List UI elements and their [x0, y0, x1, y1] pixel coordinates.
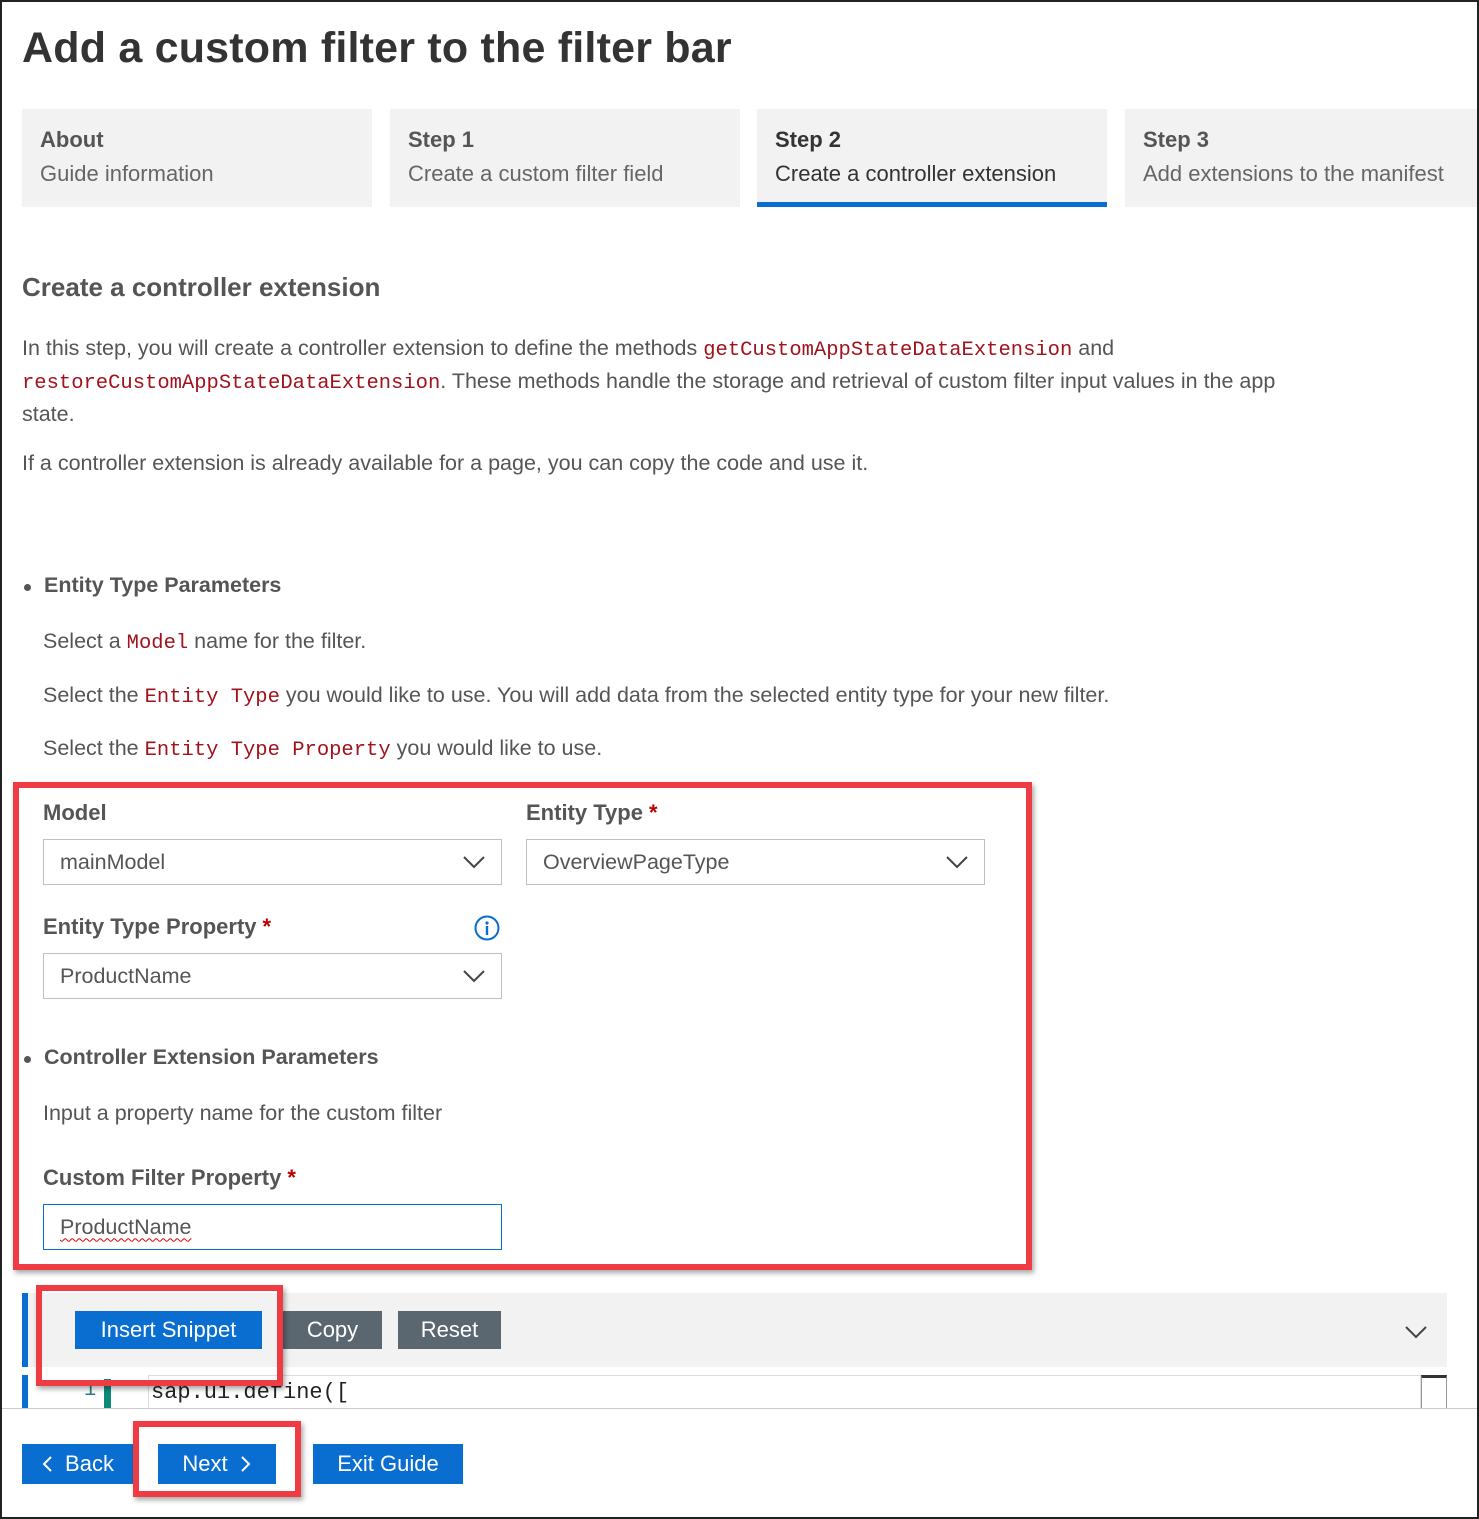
custom-filter-property-label-text: Custom Filter Property — [43, 1165, 282, 1190]
model-label: Model — [43, 800, 107, 825]
entity-type-select-value: OverviewPageType — [543, 849, 730, 874]
exit-guide-button[interactable]: Exit Guide — [313, 1444, 463, 1484]
section-title: Create a controller extension — [22, 272, 381, 302]
chevron-down-icon — [463, 970, 485, 983]
entity-type-select[interactable]: OverviewPageType — [526, 839, 985, 885]
insert-snippet-button[interactable]: Insert Snippet — [75, 1311, 262, 1349]
chevron-down-icon — [463, 856, 485, 869]
footer-divider — [2, 1408, 1477, 1409]
code-term: Entity Type Property — [144, 739, 391, 762]
entity-type-property-label: Entity Type Property * — [43, 914, 271, 940]
chevron-down-icon[interactable] — [1405, 1325, 1427, 1339]
code-editor[interactable]: 1 sap.ui.define([ — [22, 1375, 1447, 1409]
entity-section-heading: Entity Type Parameters — [44, 573, 282, 597]
instruction-text: you would like to use. You will add data… — [279, 683, 1110, 707]
required-mark: * — [262, 914, 272, 939]
required-mark: * — [287, 1165, 296, 1190]
next-button[interactable]: Next — [158, 1444, 276, 1484]
tab-step-2[interactable]: Step 2 Create a controller extension — [757, 109, 1107, 207]
copy-button[interactable]: Copy — [283, 1311, 382, 1349]
guide-window: Add a custom filter to the filter bar Ab… — [0, 0, 1479, 1519]
reset-button[interactable]: Reset — [398, 1311, 501, 1349]
tab-step-3[interactable]: Step 3 Add extensions to the manifest — [1125, 109, 1477, 207]
tab-about[interactable]: About Guide information — [22, 109, 372, 207]
tab-subtitle: Create a controller extension — [775, 161, 1057, 186]
intro-text: . These methods handle the storage and r… — [440, 369, 1276, 393]
chevron-down-icon — [946, 856, 968, 869]
entity-type-property-select[interactable]: ProductName — [43, 953, 502, 999]
tab-subtitle: Guide information — [40, 161, 214, 186]
tab-step-1[interactable]: Step 1 Create a custom filter field — [390, 109, 740, 207]
next-button-label: Next — [182, 1451, 228, 1476]
controller-section-description: Input a property name for the custom fil… — [43, 1101, 443, 1125]
instruction-text: name for the filter. — [188, 629, 367, 653]
custom-filter-property-value: ProductName — [60, 1214, 192, 1239]
instruction-text: Select the — [43, 736, 145, 760]
step-tabs: About Guide information Step 1 Create a … — [22, 109, 1477, 207]
note-paragraph: If a controller extension is already ava… — [22, 451, 869, 475]
custom-filter-property-label: Custom Filter Property * — [43, 1165, 296, 1191]
tab-title: Step 3 — [1143, 127, 1210, 152]
entity-type-property-select-value: ProductName — [60, 963, 192, 988]
custom-filter-property-input[interactable]: ProductName — [43, 1204, 502, 1250]
entity-instruction-property: Select the Entity Type Property you woul… — [43, 733, 602, 766]
chevron-right-icon — [240, 1456, 251, 1472]
page-title: Add a custom filter to the filter bar — [22, 24, 732, 72]
gutter-marker — [104, 1379, 111, 1409]
method-name-get: getCustomAppStateDataExtension — [703, 339, 1073, 362]
entity-type-property-label-text: Entity Type Property — [43, 914, 257, 939]
exit-guide-button-label: Exit Guide — [337, 1451, 439, 1476]
chevron-left-icon — [42, 1456, 52, 1472]
entity-type-label: Entity Type * — [526, 800, 658, 826]
code-term: Model — [126, 632, 189, 655]
model-select-value: mainModel — [60, 849, 166, 874]
required-mark: * — [648, 800, 658, 825]
entity-instruction-model: Select a Model name for the filter. — [43, 626, 366, 659]
back-button-label: Back — [65, 1451, 114, 1476]
instruction-text: Select the — [43, 683, 145, 707]
entity-instruction-type: Select the Entity Type you would like to… — [43, 680, 1109, 713]
bullet-dot — [24, 584, 31, 591]
model-select[interactable]: mainModel — [43, 839, 502, 885]
tab-title: Step 2 — [775, 127, 842, 152]
bullet-dot — [24, 1056, 31, 1063]
tab-title: Step 1 — [408, 127, 475, 152]
intro-paragraph: In this step, you will create a controll… — [22, 333, 1362, 430]
tab-subtitle: Create a custom filter field — [408, 161, 664, 186]
info-icon[interactable] — [474, 915, 500, 941]
code-term: Entity Type — [144, 686, 280, 709]
back-button[interactable]: Back — [22, 1444, 133, 1484]
editor-scrollbar[interactable] — [1421, 1375, 1447, 1409]
instruction-text: you would like to use. — [390, 736, 603, 760]
tab-subtitle: Add extensions to the manifest — [1143, 161, 1444, 186]
instruction-text: Select a — [43, 629, 127, 653]
snippet-toolbar: Insert Snippet Copy Reset — [22, 1293, 1447, 1367]
intro-text: In this step, you will create a controll… — [22, 336, 704, 360]
method-name-restore: restoreCustomAppStateDataExtension — [22, 372, 441, 395]
controller-section-heading: Controller Extension Parameters — [44, 1045, 379, 1069]
intro-text: state. — [22, 402, 75, 426]
entity-type-label-text: Entity Type — [526, 800, 643, 825]
line-number: 1 — [84, 1379, 97, 1402]
intro-text: and — [1072, 336, 1115, 360]
tab-title: About — [40, 127, 104, 152]
code-line[interactable]: sap.ui.define([ — [148, 1375, 1421, 1409]
